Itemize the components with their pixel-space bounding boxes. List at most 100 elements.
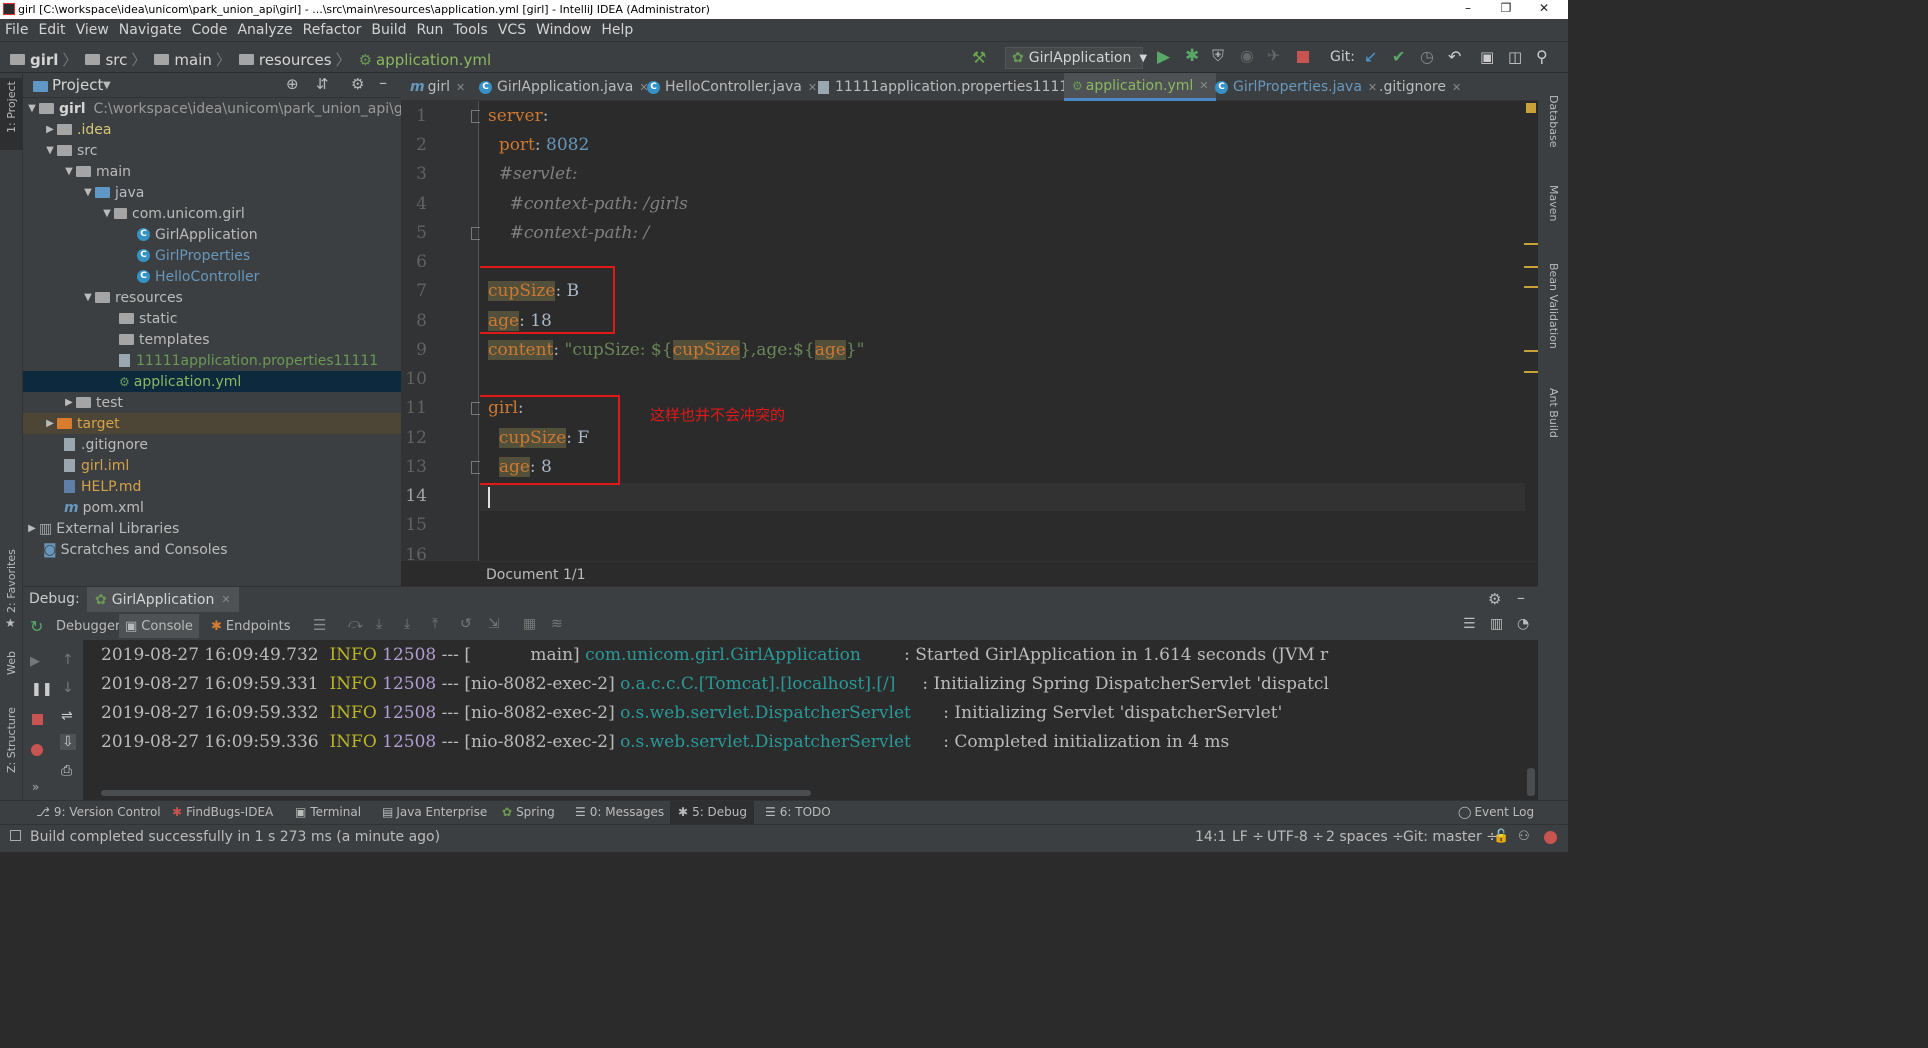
tree-node-templates[interactable]: templates [119,329,210,350]
trace-icon[interactable]: ≋ [551,616,563,632]
hide-icon[interactable]: – [1517,588,1525,607]
build-hammer-icon[interactable]: ⚒ [972,48,986,67]
tool-debug[interactable]: ✱ 5: Debug [678,805,747,819]
tool-version-control[interactable]: ⎇ 9: Version Control [36,805,161,819]
tab-debugger[interactable]: Debugger [56,615,120,637]
gear-icon[interactable]: ⚙ [351,75,364,93]
database-tool-label[interactable]: Database [1547,95,1560,148]
tree-node-gitignore[interactable]: .gitignore [64,434,148,455]
hide-icon[interactable]: – [379,73,387,92]
line-separator[interactable]: LF ÷ [1232,829,1264,845]
expand-arrow-icon[interactable]: ▼ [25,103,39,114]
tree-node-resources[interactable]: ▼ resources [81,287,183,308]
close-icon[interactable]: ✕ [1368,81,1377,94]
breadcrumb-resources[interactable]: resources 〉 [238,49,355,70]
close-icon[interactable]: ✕ [808,81,817,94]
more-icon[interactable]: » [32,780,39,794]
rerun-icon[interactable]: ↻ [30,617,43,636]
code-editor[interactable]: server: port: 8082 #servlet: #context-pa… [480,101,1538,561]
menu-refactor[interactable]: Refactor [298,19,367,41]
tree-node-properties-file[interactable]: 11111application.properties11111 [119,350,378,371]
status-message[interactable]: Build completed successfully in 1 s 273 … [30,829,440,845]
layout-icon[interactable]: ▥ [1490,616,1503,632]
step-over-icon[interactable]: ⤼ [348,616,363,632]
git-update-icon[interactable]: ↙ [1364,47,1377,66]
expand-arrow-icon[interactable]: ▼ [81,187,95,198]
file-encoding[interactable]: UTF-8 ÷ [1267,829,1324,845]
menu-help[interactable]: Help [596,19,638,41]
tree-node-package[interactable]: ▼ com.unicom.girl [100,203,245,224]
tab-girl-application[interactable]: C GirlApplication.java ✕ [479,73,649,101]
editor-scrollbar[interactable] [1525,101,1538,561]
locate-icon[interactable]: ⊕ [286,75,299,93]
gear-icon[interactable]: ⚙ [1488,590,1501,608]
caret-position[interactable]: 14:1 [1195,829,1226,845]
chevron-down-icon[interactable]: ▼ [103,80,111,91]
tab-gitignore[interactable]: .gitignore ✕ [1379,73,1461,101]
tree-node-test[interactable]: ▶ test [62,392,123,413]
force-step-into-icon[interactable]: ⤓ [404,616,410,632]
console-vertical-scrollbar[interactable] [1527,768,1535,796]
close-icon[interactable]: ✕ [1452,81,1461,94]
minimize-button[interactable]: – [1449,0,1487,19]
tree-node-scratches[interactable]: ◙ Scratches and Consoles [43,539,228,560]
lock-icon[interactable]: 🔓 [1493,829,1509,844]
run-icon[interactable]: ▶ [1157,47,1170,67]
scroll-to-end-icon[interactable]: ⇩ [60,734,76,750]
project-tool-label[interactable]: 1: Project [5,81,18,133]
drop-frame-icon[interactable]: ↺ [460,616,472,632]
breadcrumb-application-yml[interactable]: ⚙ application.yml [359,51,492,69]
git-commit-icon[interactable]: ✔ [1392,47,1405,66]
run-config-select[interactable]: ✿ GirlApplication ▼ [1005,47,1147,69]
collapse-all-icon[interactable]: ⇵ [316,75,329,93]
search-icon[interactable]: ⚲ [1536,47,1548,66]
menu-code[interactable]: Code [187,19,233,41]
list-icon[interactable]: ☰ [1463,616,1476,632]
menu-tools[interactable]: Tools [448,19,493,41]
tree-node-main[interactable]: ▼ main [62,161,131,182]
tree-node-girl-properties[interactable]: C GirlProperties [137,245,250,266]
down-icon[interactable]: ↓ [62,680,74,696]
tool-event-log[interactable]: ◯ Event Log [1458,805,1534,819]
close-icon[interactable]: ✕ [221,593,230,606]
menu-view[interactable]: View [71,19,114,41]
web-tool-label[interactable]: Web [5,651,18,675]
tab-application-yml[interactable]: ⚙ application.yml ✕ [1064,73,1217,101]
close-icon[interactable]: ✕ [1199,79,1208,92]
collapsed-arrow-icon[interactable]: ▶ [43,124,57,135]
tool-spring[interactable]: ✿ Spring [502,805,555,819]
tree-node-idea[interactable]: ▶ .idea [43,119,111,140]
menu-navigate[interactable]: Navigate [114,19,187,41]
breadcrumb-main[interactable]: main 〉 [154,49,235,70]
tree-node-external-libraries[interactable]: ▶ ▥ External Libraries [25,518,179,539]
tool-findbugs[interactable]: ✱ FindBugs-IDEA [172,805,273,819]
menu-window[interactable]: Window [531,19,596,41]
git-history-icon[interactable]: ◷ [1420,47,1434,66]
expand-arrow-icon[interactable]: ▼ [62,166,76,177]
menu-edit[interactable]: Edit [33,19,70,41]
menu-vcs[interactable]: VCS [493,19,531,41]
git-branch[interactable]: Git: master ÷ [1403,829,1498,845]
print-icon[interactable]: ⎙ [61,763,72,779]
indent-setting[interactable]: 2 spaces ÷ [1326,829,1404,845]
maven-tool-label[interactable]: Maven [1547,185,1560,221]
menu-run[interactable]: Run [412,19,449,41]
maximize-button[interactable]: ❐ [1487,0,1525,19]
breakpoints-icon[interactable] [31,744,43,756]
tool-terminal[interactable]: ▣ Terminal [295,805,361,819]
project-view-select[interactable]: Project [52,76,103,94]
up-icon[interactable]: ↑ [62,652,74,668]
menu-icon[interactable]: ☰ [313,616,326,634]
tree-node-application-yml[interactable]: ⚙ application.yml [119,371,241,392]
tab-endpoints[interactable]: ✱ Endpoints [211,615,291,637]
tool-messages[interactable]: ☰ 0: Messages [575,805,664,819]
step-out-icon[interactable]: ⤒ [432,616,438,632]
favorites-tool-label[interactable]: 2: Favorites [5,549,18,613]
debug-icon[interactable]: ✱ [1185,46,1199,66]
layout-icon[interactable]: ◫ [1508,48,1522,66]
evaluate-icon[interactable]: ▦ [523,616,536,632]
tree-node-hello-controller[interactable]: C HelloController [137,266,259,287]
expand-arrow-icon[interactable]: ▼ [81,292,95,303]
git-revert-icon[interactable]: ↶ [1448,47,1461,66]
breadcrumb-girl[interactable]: girl 〉 [10,49,81,70]
